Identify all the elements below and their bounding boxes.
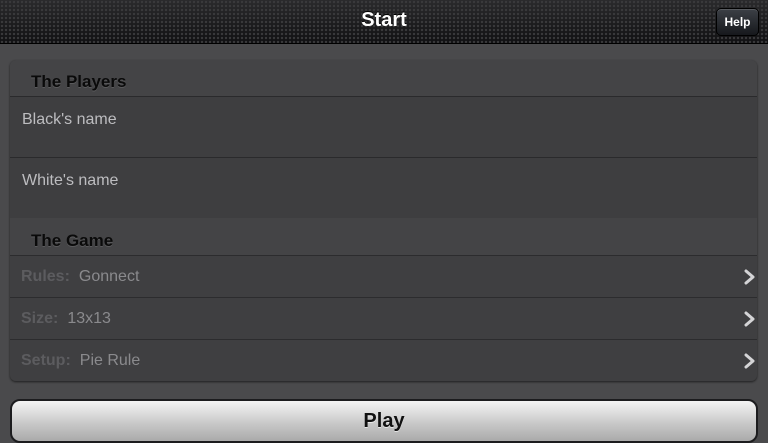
black-name-field[interactable]: [22, 109, 722, 131]
play-button[interactable]: Play: [10, 399, 758, 443]
setup-label: Setup:: [21, 351, 71, 369]
page-title: Start: [361, 9, 407, 31]
size-row[interactable]: Size: 13x13: [10, 297, 757, 339]
rules-row[interactable]: Rules: Gonnect: [10, 255, 757, 297]
section-header-game: The Game: [10, 218, 757, 255]
chevron-right-icon: [744, 269, 755, 285]
size-label: Size:: [21, 309, 59, 327]
chevron-right-icon: [744, 353, 755, 369]
white-name-row[interactable]: [10, 157, 757, 218]
size-value: 13x13: [67, 309, 111, 327]
help-button[interactable]: Help: [716, 8, 759, 36]
white-name-field[interactable]: [22, 170, 722, 192]
black-name-row[interactable]: [10, 96, 757, 157]
setup-row[interactable]: Setup: Pie Rule: [10, 339, 757, 381]
section-header-players: The Players: [10, 60, 757, 96]
settings-panel: The Players The Game Rules: Gonnect Size…: [10, 60, 757, 381]
chevron-right-icon: [744, 311, 755, 327]
rules-label: Rules:: [21, 267, 70, 285]
setup-value: Pie Rule: [79, 351, 141, 369]
navigation-bar: Start Help: [0, 0, 768, 44]
rules-value: Gonnect: [78, 267, 140, 285]
